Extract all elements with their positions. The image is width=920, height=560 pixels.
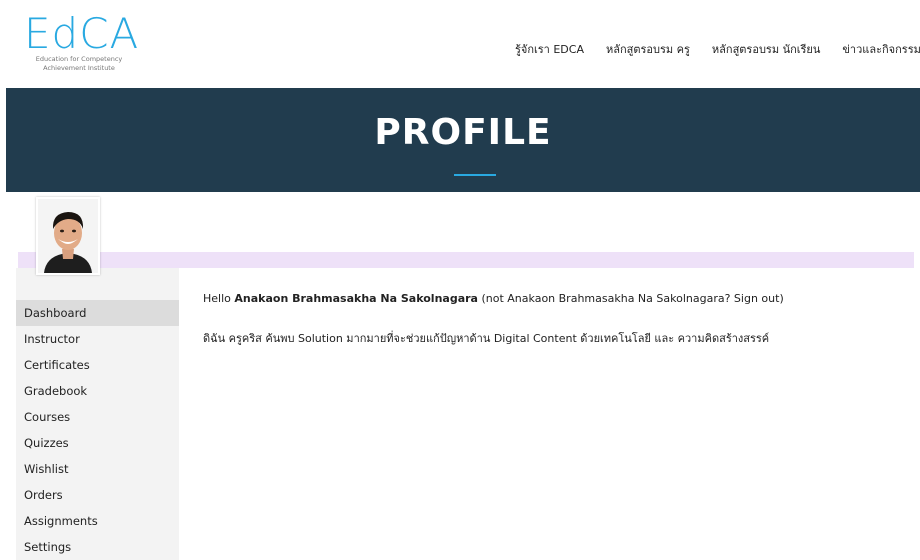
avatar-photo — [38, 199, 98, 273]
main-nav: รู้จักเรา EDCA หลักสูตรอบรม ครู หลักสูตร… — [515, 40, 920, 58]
nav-item-news[interactable]: ข่าวและกิจกรรม — [842, 40, 920, 58]
dashboard-content: Hello Anakaon Brahmasakha Na Sakolnagara… — [203, 292, 903, 347]
logo-subtitle-line2: Achievement Institute — [43, 64, 115, 72]
logo-subtitle-line1: Education for Competency — [35, 55, 123, 63]
greeting-not-user: (not Anakaon Brahmasakha Na Sakolnagara? — [477, 292, 734, 305]
sidebar-item-dashboard[interactable]: Dashboard — [16, 300, 179, 326]
sidebar-item-courses[interactable]: Courses — [16, 404, 179, 430]
nav-item-teacher-courses[interactable]: หลักสูตรอบรม ครู — [606, 40, 690, 58]
sidebar-item-gradebook[interactable]: Gradebook — [16, 378, 179, 404]
sidebar-item-orders[interactable]: Orders — [16, 482, 179, 508]
sidebar-item-quizzes[interactable]: Quizzes — [16, 430, 179, 456]
page-title: PROFILE — [374, 112, 552, 153]
sidebar-item-settings[interactable]: Settings — [16, 534, 179, 560]
sidebar-item-wishlist[interactable]: Wishlist — [16, 456, 179, 482]
sign-out-link[interactable]: Sign out — [734, 292, 780, 305]
site-logo[interactable]: EdCA Education for Competency Achievemen… — [24, 9, 140, 73]
logo-text: EdCA — [24, 9, 140, 58]
greeting-line: Hello Anakaon Brahmasakha Na Sakolnagara… — [203, 292, 903, 305]
avatar[interactable] — [36, 197, 100, 275]
greeting-prefix: Hello — [203, 292, 235, 305]
dashboard-sidebar: Dashboard Instructor Certificates Gradeb… — [16, 268, 179, 560]
user-name: Anakaon Brahmasakha Na Sakolnagara — [234, 292, 478, 305]
profile-cover-strip — [18, 252, 914, 268]
nav-item-student-courses[interactable]: หลักสูตรอบรม นักเรียน — [712, 40, 820, 58]
greeting-suffix: ) — [779, 292, 784, 305]
nav-item-about[interactable]: รู้จักเรา EDCA — [515, 40, 584, 58]
sidebar-item-assignments[interactable]: Assignments — [16, 508, 179, 534]
title-underline — [454, 174, 496, 176]
sidebar-item-instructor[interactable]: Instructor — [16, 326, 179, 352]
sidebar-menu: Dashboard Instructor Certificates Gradeb… — [16, 300, 179, 560]
site-header: EdCA Education for Competency Achievemen… — [0, 0, 920, 88]
profile-description: ดิฉัน ครูคริส ค้นพบ Solution มากมายที่จะ… — [203, 332, 770, 345]
sidebar-item-certificates[interactable]: Certificates — [16, 352, 179, 378]
page-banner: PROFILE — [6, 88, 920, 192]
